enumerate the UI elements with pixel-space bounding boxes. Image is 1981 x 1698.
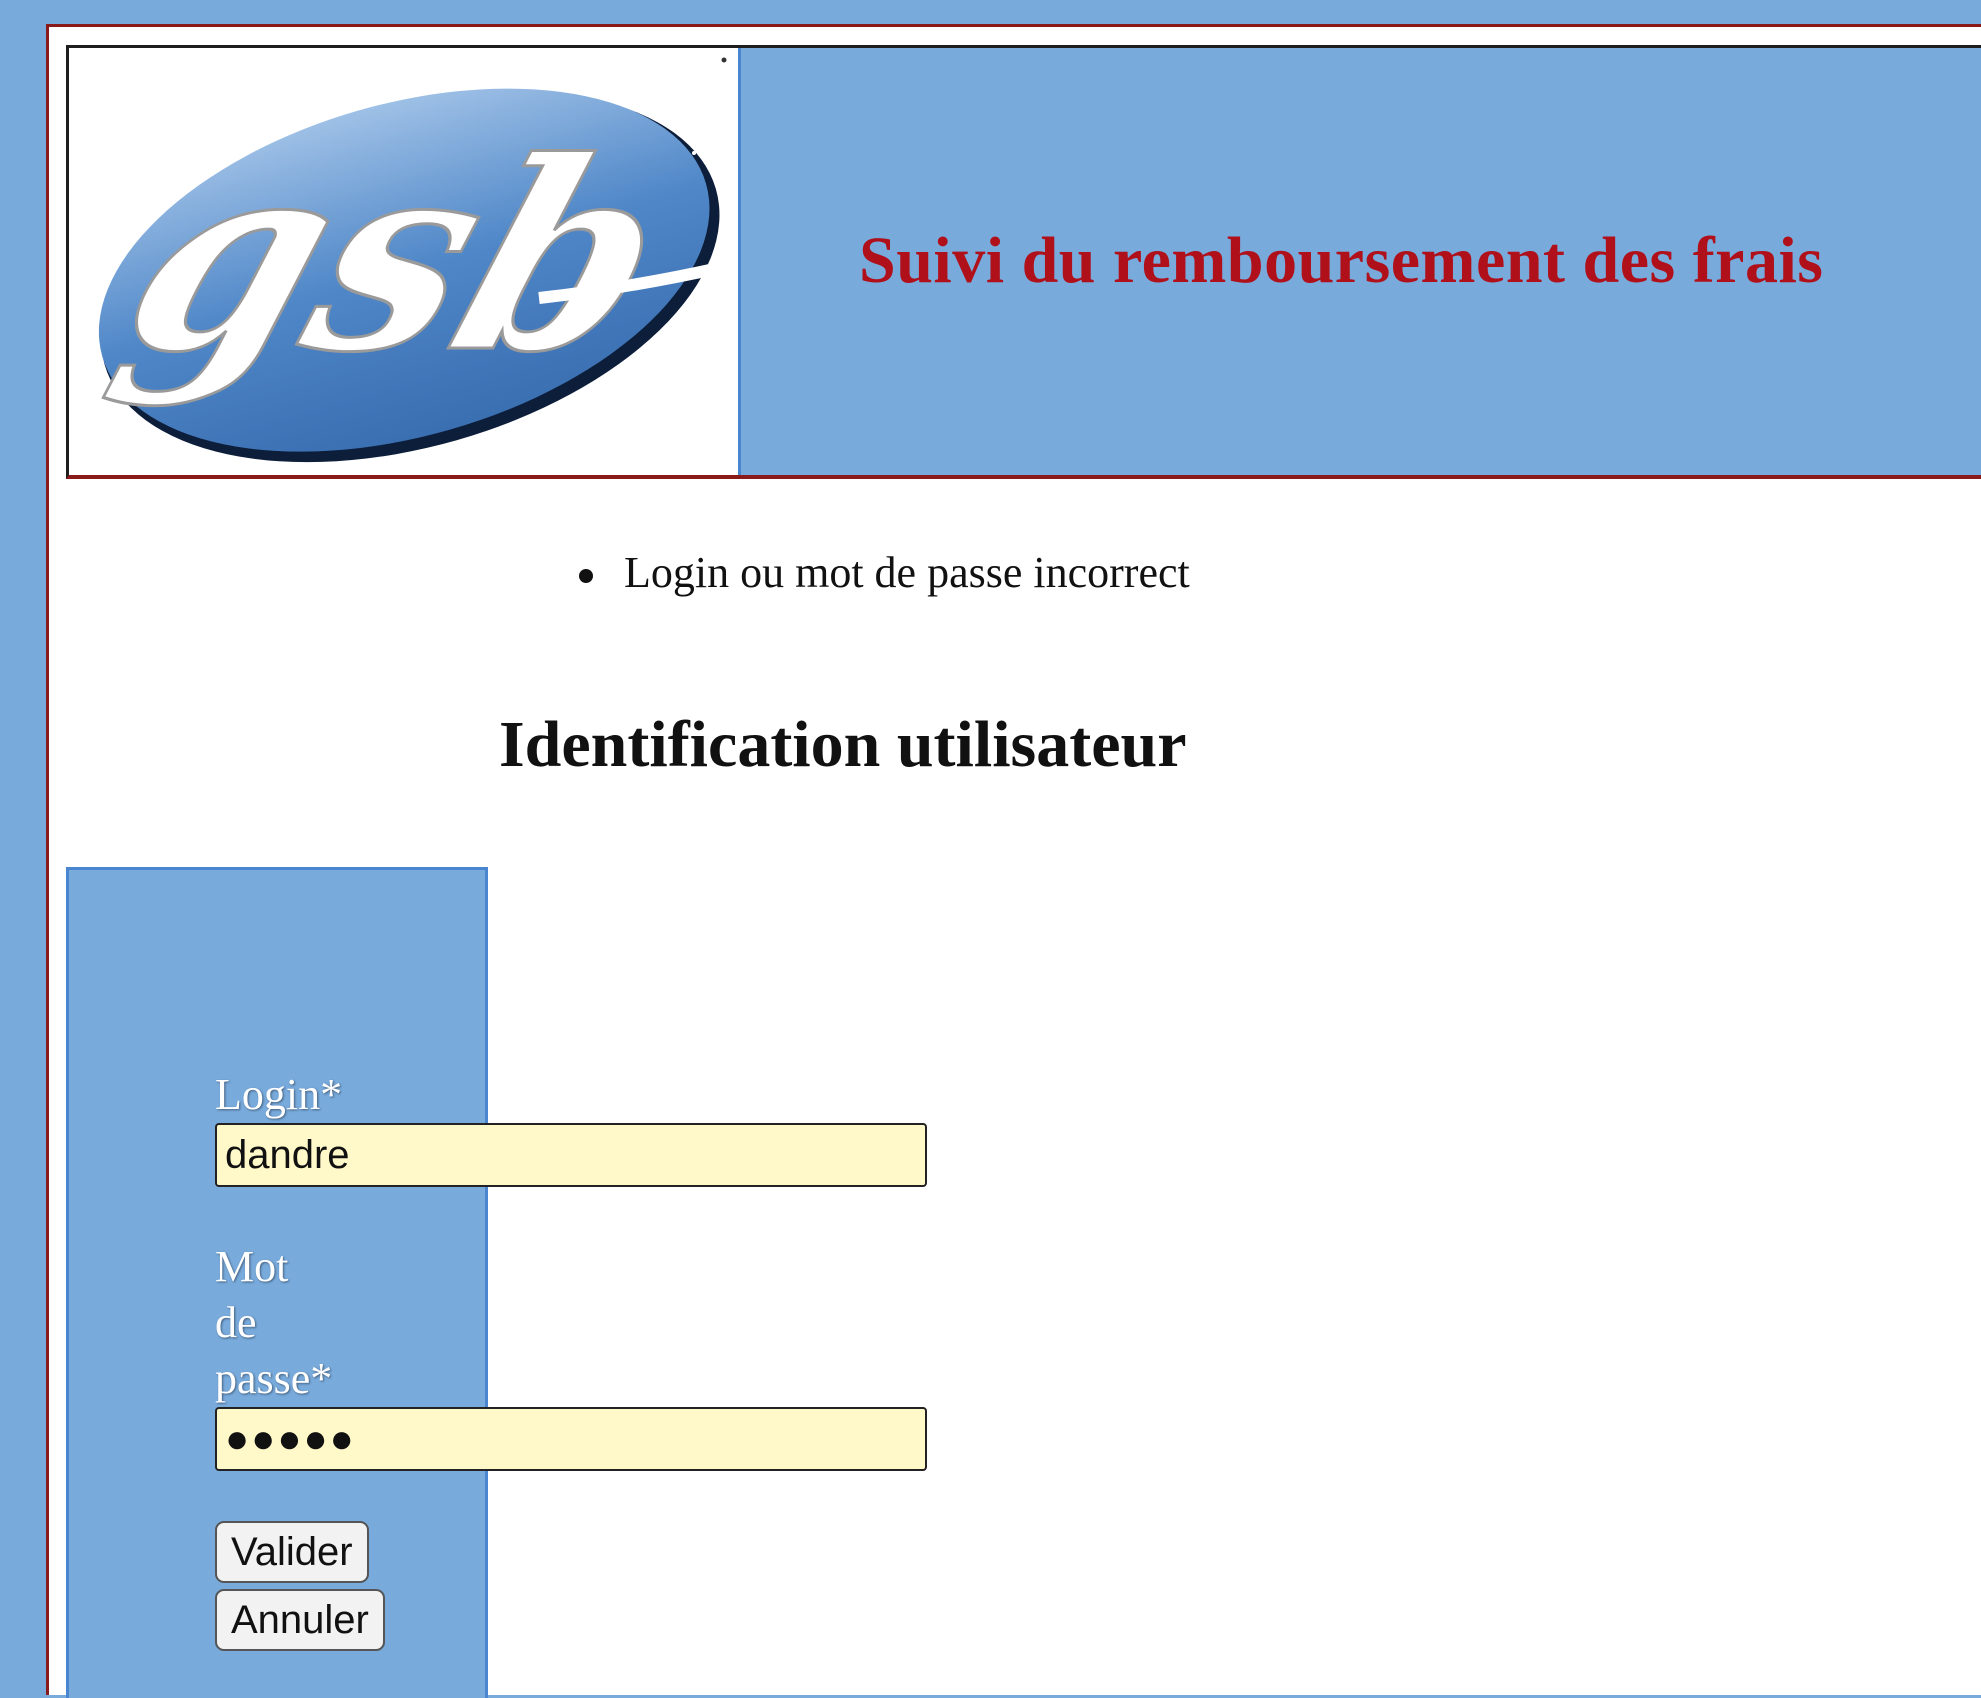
bullet-icon (579, 569, 593, 583)
login-label: Login* (215, 1070, 343, 1119)
password-label-line1: Mot (215, 1242, 289, 1291)
login-form: Login* Mot de passe* ●●●●● Valider Annul… (215, 1067, 927, 1657)
header-banner: gsb Suivi du remboursement des frais (66, 45, 1981, 479)
submit-button[interactable]: Valider (215, 1521, 369, 1583)
page-title: Identification utilisateur (499, 708, 1187, 781)
password-input[interactable]: ●●●●● (215, 1407, 927, 1471)
page-container: gsb Suivi du remboursement des frais Log… (46, 24, 1981, 1698)
error-message-text: Login ou mot de passe incorrect (624, 548, 1190, 597)
error-message: Login ou mot de passe incorrect (579, 547, 1190, 598)
reset-button[interactable]: Annuler (215, 1589, 385, 1651)
logo-wordmark: gsb (94, 104, 703, 409)
login-input[interactable] (215, 1123, 927, 1187)
error-list: Login ou mot de passe incorrect (579, 547, 1190, 598)
password-mask: ●●●●● (225, 1417, 356, 1461)
password-label: Mot de passe* (215, 1239, 365, 1407)
password-label-line3: passe* (215, 1354, 333, 1403)
password-label-line2: de (215, 1298, 257, 1347)
gsb-logo: gsb (69, 48, 741, 475)
app-title: Suivi du remboursement des frais (859, 224, 1824, 297)
